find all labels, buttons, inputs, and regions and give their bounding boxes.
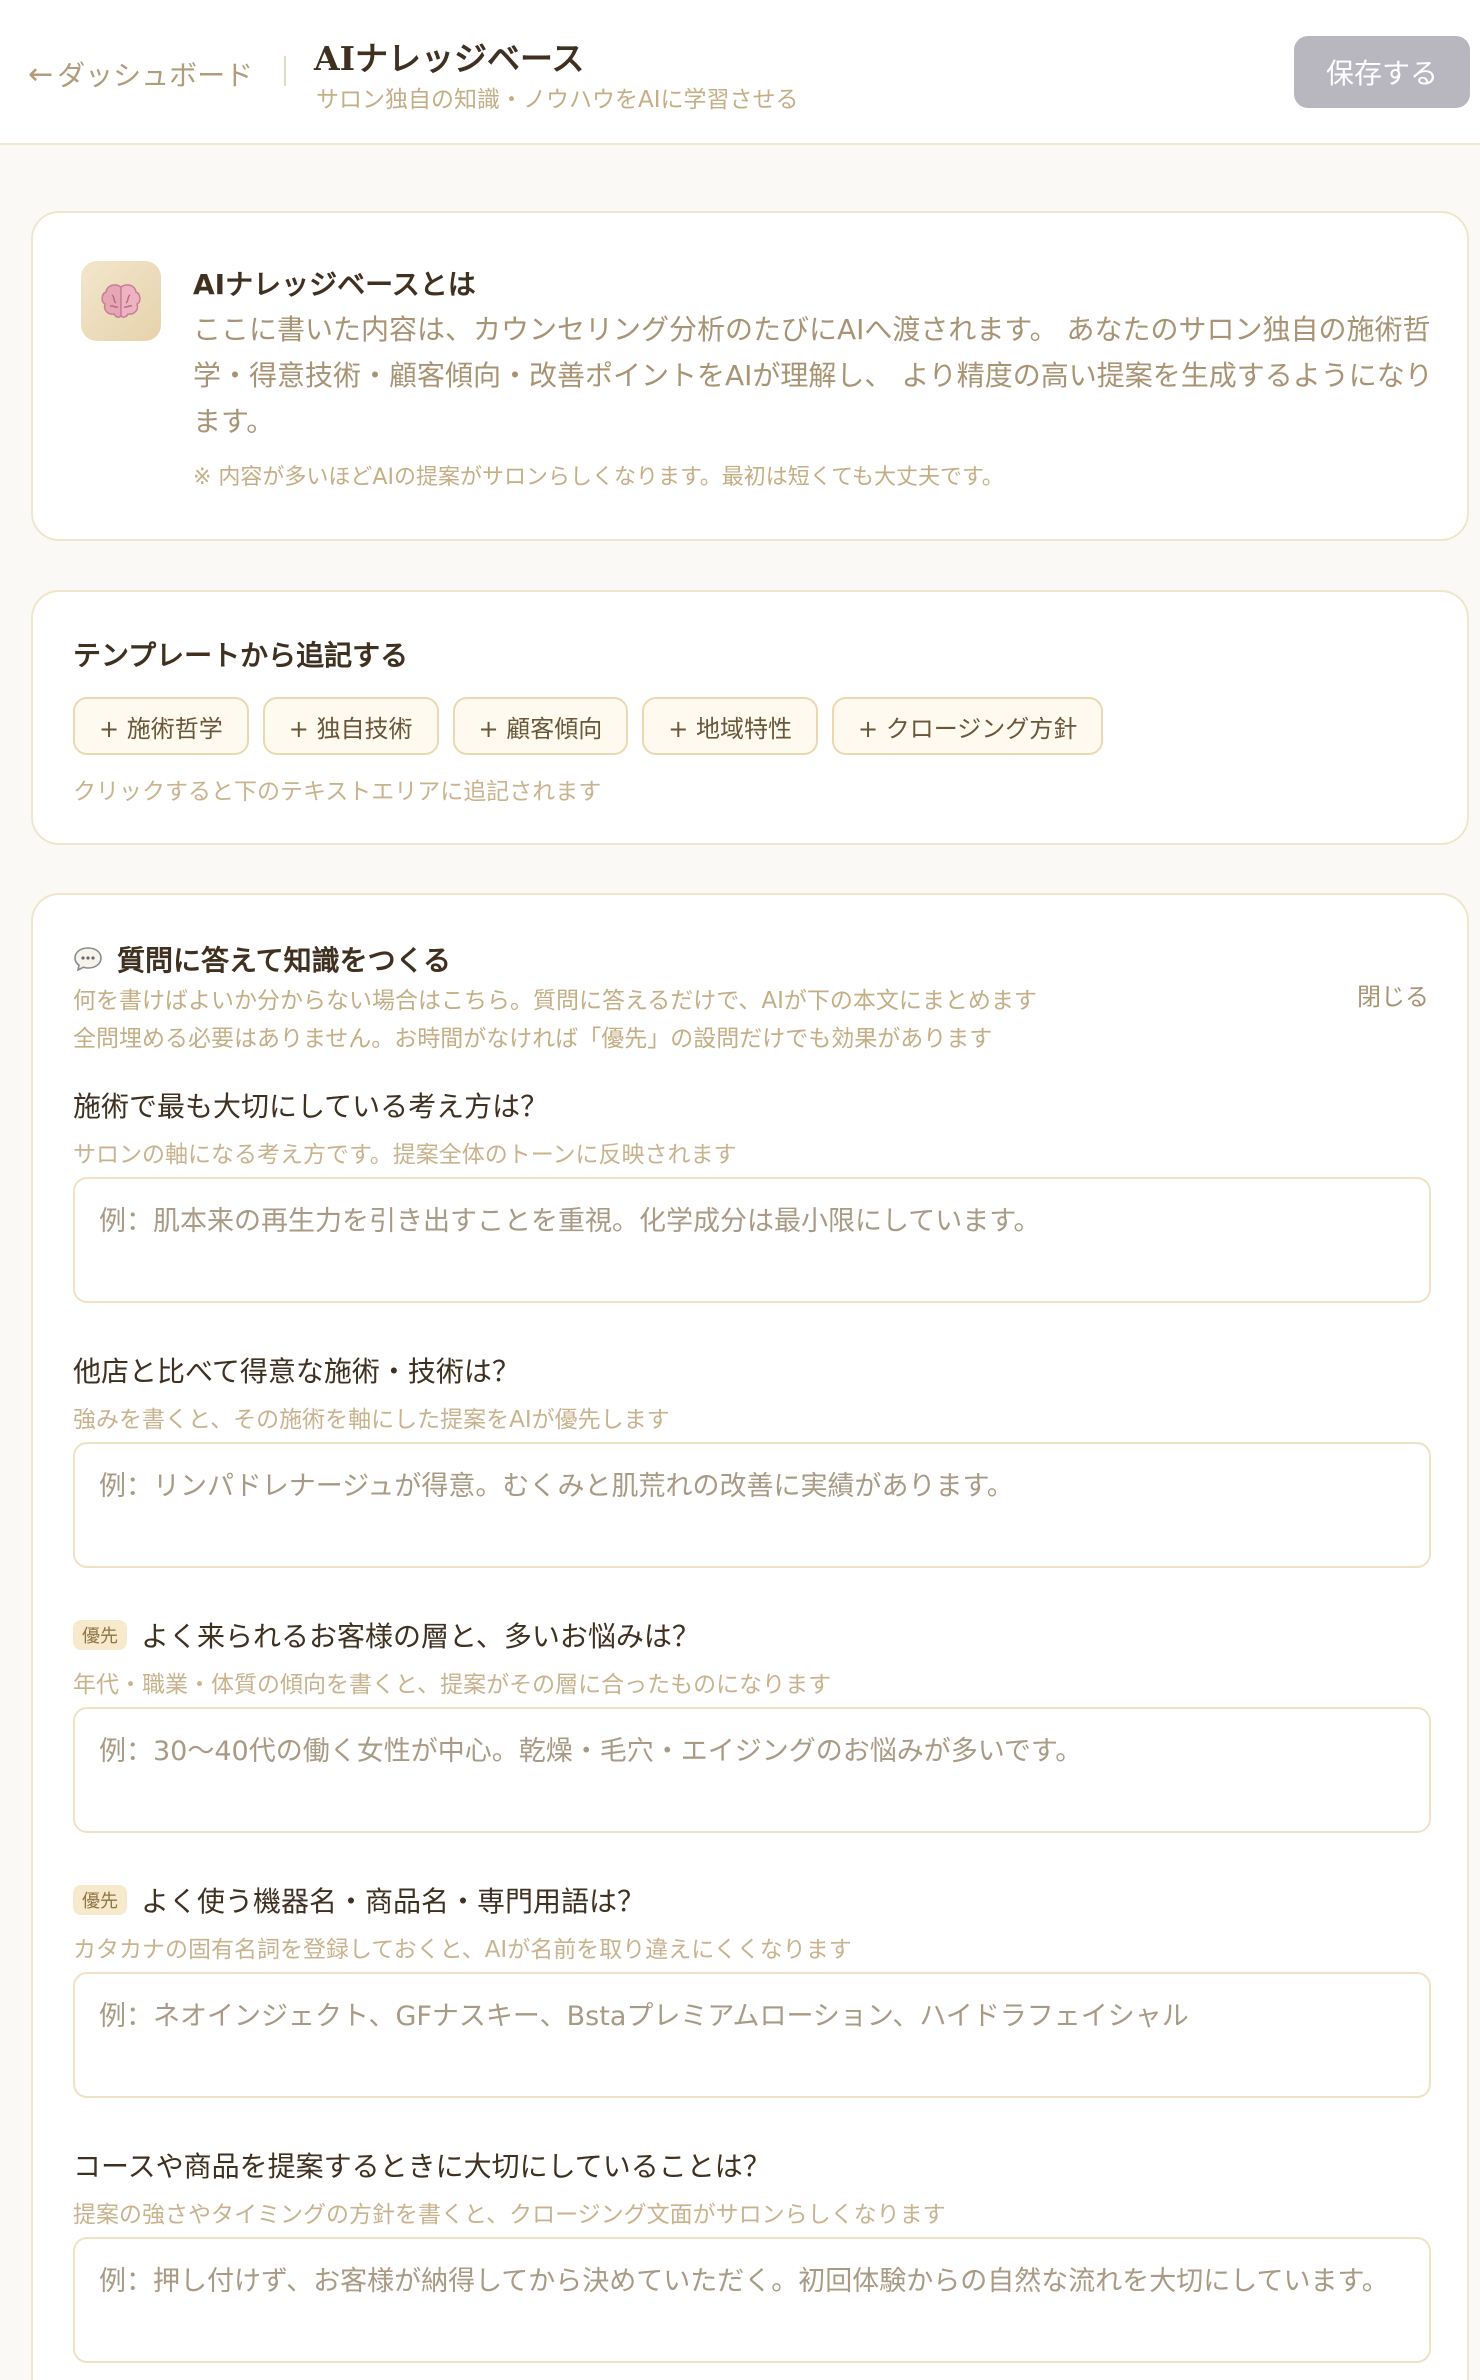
qa-card: 質問に答えて知識をつくる 閉じる 何を書けばよいか分からない場合はこちら。質問に…: [31, 893, 1469, 2380]
page-subtitle: サロン独自の知識・ノウハウをAIに学習させる: [316, 87, 799, 113]
qa-description-2: 全問埋める必要はありません。お時間がなければ「優先」の設問だけでも効果があります: [73, 1026, 993, 1052]
save-button[interactable]: 保存する: [1294, 36, 1470, 108]
question-hint: サロンの軸になる考え方です。提案全体のトーンに反映されます: [73, 1142, 737, 1168]
brain-icon: [81, 261, 161, 341]
answer-terms-field[interactable]: [73, 1972, 1431, 2098]
question-customers: 優先 よく来られるお客様の層と、多いお悩みは？: [73, 1615, 700, 1655]
priority-badge: 優先: [73, 1620, 127, 1650]
top-header: ← ダッシュボード AIナレッジベース サロン独自の知識・ノウハウをAIに学習さ…: [0, 0, 1480, 145]
back-arrow-icon: ←: [28, 56, 54, 92]
question-technique: 他店と比べて得意な施術・技術は？: [73, 1350, 520, 1390]
question-hint: 年代・職業・体質の傾向を書くと、提案がその層に合ったものになります: [73, 1672, 832, 1698]
answer-technique-field[interactable]: [73, 1442, 1431, 1568]
qa-description-1: 何を書けばよいか分からない場合はこちら。質問に答えるだけで、AIが下の本文にまと…: [73, 988, 1037, 1014]
template-chip-closing[interactable]: + クロージング方針: [832, 697, 1104, 755]
template-chip-technique[interactable]: + 独自技術: [262, 697, 439, 755]
answer-closing-field[interactable]: [73, 2237, 1431, 2363]
template-hint: クリックすると下のテキストエリアに追記されます: [73, 779, 602, 805]
question-terms: 優先 よく使う機器名・商品名・専門用語は？: [73, 1880, 645, 1920]
header-divider: [284, 56, 286, 86]
intro-note: ※ 内容が多いほどAIの提案がサロンらしくなります。最初は短くても大丈夫です。: [193, 465, 1004, 490]
qa-close-button[interactable]: 閉じる: [1357, 977, 1429, 1012]
intro-body: ここに書いた内容は、カウンセリング分析のたびにAIへ渡されます。 あなたのサロン…: [193, 313, 1433, 438]
chat-bubble-icon: [73, 946, 103, 972]
back-link-label: ダッシュボード: [57, 59, 254, 92]
question-hint: 提案の強さやタイミングの方針を書くと、クロージング文面がサロンらしくなります: [73, 2202, 946, 2228]
question-closing: コースや商品を提案するときに大切にしていることは？: [73, 2145, 771, 2185]
question-hint: 強みを書くと、その施術を軸にした提案をAIが優先します: [73, 1407, 670, 1433]
question-label: よく使う機器名・商品名・専門用語は？: [141, 1885, 646, 1918]
back-to-dashboard-link[interactable]: ← ダッシュボード: [28, 54, 253, 94]
answer-philosophy-field[interactable]: [73, 1177, 1431, 1303]
question-label: よく来られるお客様の層と、多いお悩みは？: [141, 1620, 700, 1653]
template-card: テンプレートから追記する + 施術哲学 + 独自技術 + 顧客傾向 + 地域特性…: [31, 590, 1469, 845]
template-chip-region[interactable]: + 地域特性: [642, 697, 818, 755]
question-hint: カタカナの固有名詞を登録しておくと、AIが名前を取り違えにくくなります: [73, 1937, 852, 1963]
question-label: 施術で最も大切にしている考え方は？: [73, 1090, 549, 1123]
answer-customers-field[interactable]: [73, 1707, 1431, 1833]
question-label: コースや商品を提案するときに大切にしていることは？: [73, 2150, 771, 2183]
template-chip-customer[interactable]: + 顧客傾向: [452, 697, 629, 755]
page-title: AIナレッジベース: [314, 39, 585, 78]
intro-title: AIナレッジベースとは: [193, 268, 476, 301]
template-section-title: テンプレートから追記する: [73, 639, 409, 672]
priority-badge: 優先: [73, 1885, 127, 1915]
question-label: 他店と比べて得意な施術・技術は？: [73, 1355, 520, 1388]
qa-section-title: 質問に答えて知識をつくる: [117, 944, 452, 977]
template-chips: + 施術哲学 + 独自技術 + 顧客傾向 + 地域特性 + クロージング方針: [73, 697, 1104, 755]
question-philosophy: 施術で最も大切にしている考え方は？: [73, 1085, 548, 1125]
intro-card: AIナレッジベースとは ここに書いた内容は、カウンセリング分析のたびにAIへ渡さ…: [31, 211, 1469, 541]
template-chip-philosophy[interactable]: + 施術哲学: [73, 697, 249, 755]
qa-title-row: 質問に答えて知識をつくる: [73, 939, 451, 979]
